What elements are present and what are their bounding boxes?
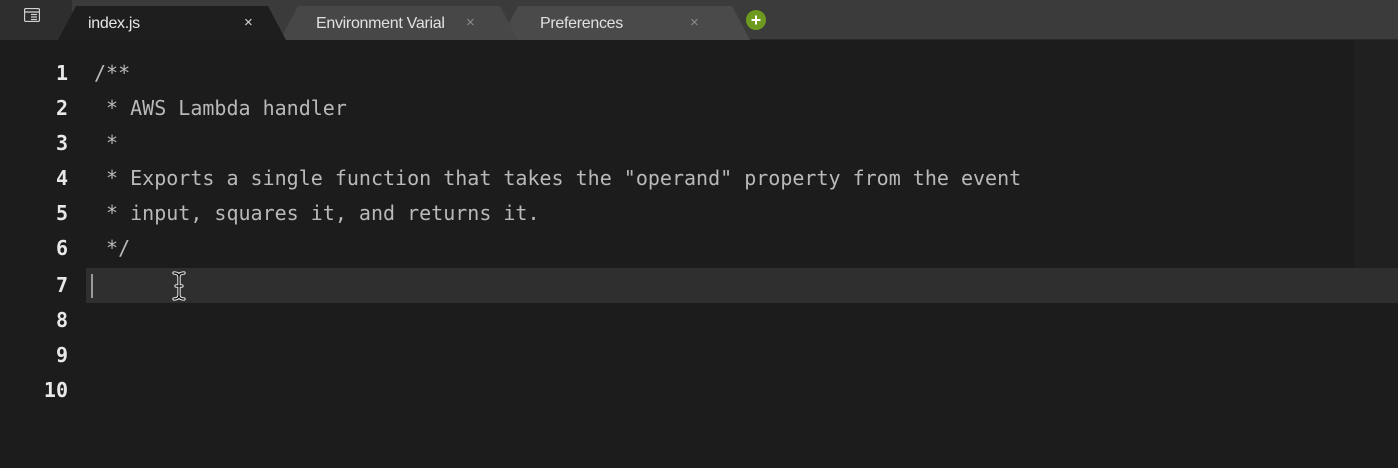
code-line[interactable]: [86, 338, 1398, 372]
ibeam-cursor-icon: [172, 271, 186, 301]
code-line[interactable]: [86, 303, 1398, 337]
tab-label: index.js: [88, 15, 140, 32]
line-number-gutter: 1 2 3 4 5 6 7 8 9 10: [0, 40, 86, 468]
tab-close-icon[interactable]: ×: [690, 14, 699, 32]
panel-menu-icon: [24, 8, 40, 22]
code-editor[interactable]: 1 2 3 4 5 6 7 8 9 10 /** * AWS Lambda ha…: [0, 40, 1398, 468]
tab-preferences[interactable]: Preferences ×: [500, 6, 750, 40]
line-number: 5: [55, 201, 68, 225]
code-line[interactable]: /**: [86, 56, 1398, 90]
tab-environment-variables[interactable]: Environment Variables ×: [280, 6, 518, 40]
line-number: 4: [55, 166, 68, 190]
line-number: 3: [55, 131, 68, 155]
line-number: 2: [55, 96, 68, 120]
code-line-active[interactable]: [86, 268, 1398, 302]
code-line[interactable]: * AWS Lambda handler: [86, 91, 1398, 125]
ide-window: index.js × Environment Variables × Prefe…: [0, 0, 1398, 468]
line-number: 9: [55, 343, 68, 367]
code-line[interactable]: */: [86, 231, 1398, 265]
text-caret: [91, 274, 93, 298]
line-number: 8: [55, 308, 68, 332]
vertical-scrollbar[interactable]: [1354, 40, 1398, 268]
code-line[interactable]: [86, 373, 1398, 407]
new-tab-button[interactable]: [746, 10, 766, 30]
code-line[interactable]: * input, squares it, and returns it.: [86, 196, 1398, 230]
tab-label: Environment Variables: [316, 15, 444, 32]
tab-close-icon[interactable]: ×: [466, 14, 475, 32]
line-number: 7: [55, 273, 68, 297]
tab-bar: index.js × Environment Variables × Prefe…: [0, 0, 1398, 40]
code-line[interactable]: *: [86, 126, 1398, 160]
line-number: 6: [55, 236, 68, 260]
plus-circle-icon: [751, 15, 761, 25]
tab-shape: [500, 6, 750, 40]
tab-close-icon[interactable]: ×: [244, 14, 253, 32]
tab-index-js[interactable]: index.js ×: [58, 6, 286, 40]
line-number: 10: [43, 378, 68, 402]
tab-label: Preferences: [540, 15, 623, 32]
line-number: 1: [55, 61, 68, 85]
code-text-area[interactable]: /** * AWS Lambda handler * * Exports a s…: [86, 40, 1398, 468]
code-line[interactable]: * Exports a single function that takes t…: [86, 161, 1398, 195]
